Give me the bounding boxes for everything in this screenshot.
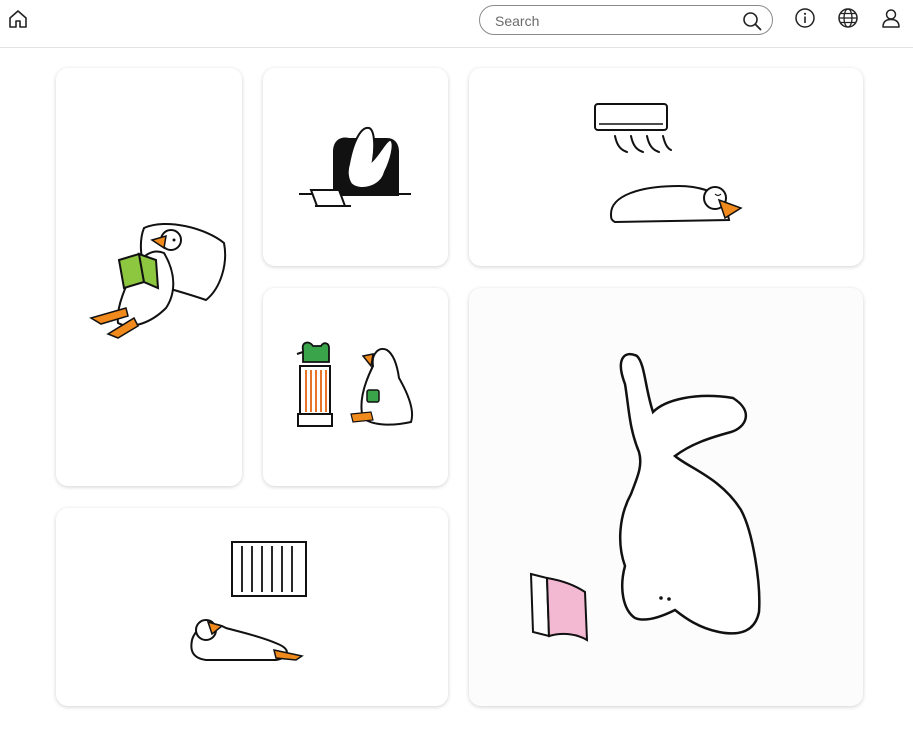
search-box[interactable] [479,5,773,35]
goose-headstand-illustration [529,352,761,642]
gallery-card-goose-reading[interactable] [56,68,242,486]
goose-radiator-illustration [190,541,307,661]
info-icon [795,8,815,28]
globe-icon [838,8,858,28]
account-button[interactable] [880,7,902,29]
home-icon [9,10,27,28]
gallery-card-goose-radiator[interactable] [56,508,448,706]
info-button[interactable] [794,7,816,29]
goose-reading-illustration [89,222,227,339]
gallery-card-goose-tea[interactable] [263,288,448,486]
language-button[interactable] [837,7,859,29]
gallery-card-goose-ac[interactable] [469,68,863,266]
goose-ac-illustration [594,103,743,224]
top-navigation-bar [0,0,913,48]
user-icon [882,9,900,28]
search-input[interactable] [495,12,735,30]
goose-tea-illustration [296,341,413,427]
gallery-card-goose-armchair[interactable] [263,68,448,266]
goose-armchair-illustration [299,126,411,207]
home-button[interactable] [6,7,30,31]
gallery-card-goose-headstand[interactable] [469,288,863,706]
search-icon[interactable] [742,11,762,31]
